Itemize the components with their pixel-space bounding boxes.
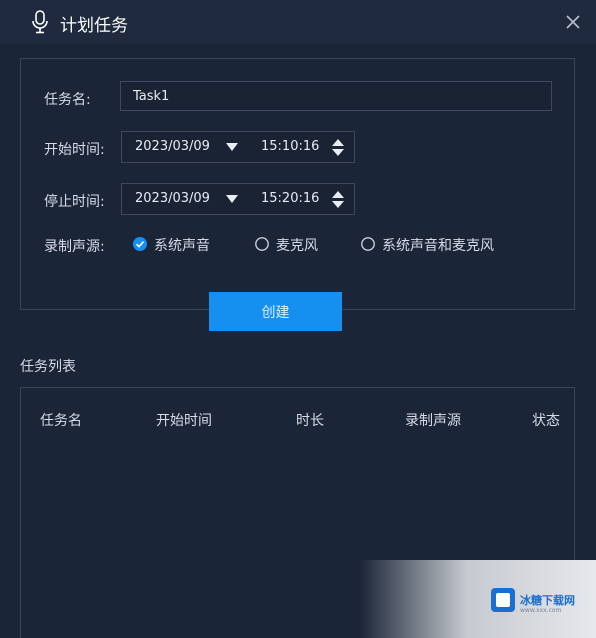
task-name-input[interactable] [120,81,552,111]
column-header-duration: 时长 [296,413,324,429]
column-header-record-source: 录制声源 [405,413,461,429]
column-header-status: 状态 [532,413,560,429]
radio-circle-icon [361,237,375,251]
start-time-label: 开始时间: [44,142,105,158]
microphone-icon [32,10,48,34]
radio-circle-icon [255,237,269,251]
radio-label: 系统声音和麦克风 [382,238,494,254]
watermark-logo [491,588,515,612]
radio-label: 系统声音 [154,238,210,254]
window-title: 计划任务 [60,16,128,36]
stop-time-value[interactable]: 15:20:16 [261,191,319,206]
stop-date-value[interactable]: 2023/03/09 [135,191,210,206]
close-icon[interactable] [563,12,583,32]
stop-time-label: 停止时间: [44,194,105,210]
check-circle-icon [133,237,147,251]
spinner-icon[interactable] [332,139,344,156]
stop-datetime-picker[interactable]: 2023/03/09 15:20:16 [121,183,355,215]
create-button[interactable]: 创建 [209,292,342,331]
watermark-url: www.xxx.com [520,607,562,614]
spinner-icon[interactable] [332,191,344,208]
task-list-title: 任务列表 [20,359,76,375]
watermark-text: 冰糖下载网 [520,594,575,607]
start-datetime-picker[interactable]: 2023/03/09 15:10:16 [121,131,355,163]
radio-label: 麦克风 [276,238,318,254]
start-date-value[interactable]: 2023/03/09 [135,139,210,154]
title-bar: 计划任务 [0,0,596,44]
column-header-start-time: 开始时间 [156,413,212,429]
record-source-label: 录制声源: [44,239,105,255]
caret-down-icon[interactable] [226,195,238,203]
column-header-task-name: 任务名 [40,413,82,429]
start-time-value[interactable]: 15:10:16 [261,139,319,154]
task-name-label: 任务名: [44,92,91,108]
caret-down-icon[interactable] [226,143,238,151]
